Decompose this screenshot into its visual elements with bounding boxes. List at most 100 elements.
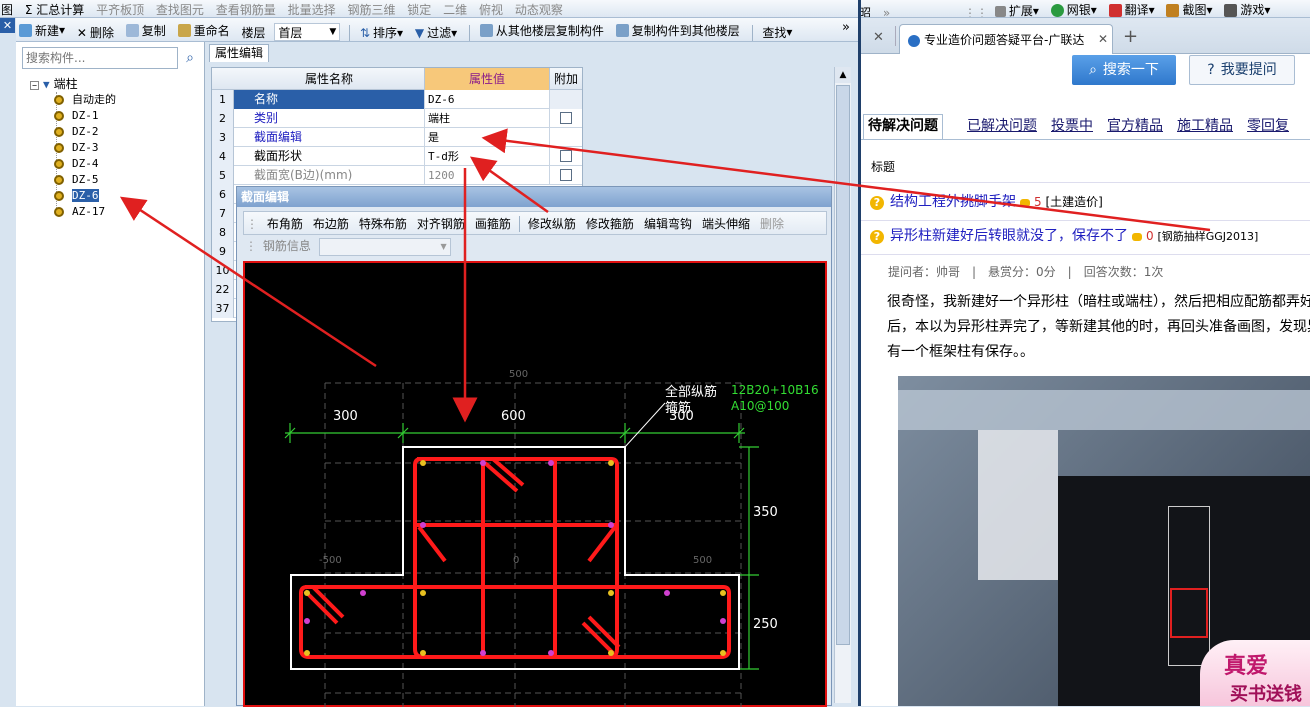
property-value[interactable]: 是 xyxy=(425,128,550,147)
copy-button[interactable]: 复制 xyxy=(123,20,169,40)
section-tool-button[interactable]: 画箍筋 xyxy=(470,212,516,234)
close-icon[interactable]: ✕ xyxy=(0,18,15,33)
copy-from-floor-button[interactable]: 从其他楼层复制构件 xyxy=(477,20,607,40)
list-divider xyxy=(861,254,1310,255)
section-tool-button[interactable]: 修改纵筋 xyxy=(523,212,581,234)
browser-tab-active[interactable]: 专业造价问题答疑平台-广联达 ✕ xyxy=(899,24,1113,54)
ad-banner[interactable]: 真爱 买书送钱 xyxy=(1200,640,1310,706)
section-toolbar: ⋮ 布角筋 布边筋 特殊布筋 对齐钢筋 画箍筋 修改纵筋 修改箍筋 编辑弯钩 端头伸缩 删除 xyxy=(243,211,827,235)
section-tool-button[interactable]: 布角筋 xyxy=(262,212,308,234)
section-tool-button[interactable]: 端头伸缩 xyxy=(697,212,755,234)
filter-button[interactable]: ▼ 过滤 ▾ xyxy=(412,23,460,43)
property-name: 类别 xyxy=(234,109,425,128)
search-input[interactable] xyxy=(23,48,173,68)
property-row[interactable]: 1 名称 DZ-6 xyxy=(212,90,582,109)
menu-orbit[interactable]: 动态观察 xyxy=(512,0,566,17)
question-tag[interactable]: [土建造价] xyxy=(1045,195,1102,209)
section-tool-button[interactable]: 删除 xyxy=(755,212,789,234)
add-checkbox[interactable] xyxy=(560,150,572,162)
question-item[interactable]: ? 结构工程外挑脚手架 5 [土建造价] xyxy=(870,192,1103,212)
property-value[interactable]: T-d形 xyxy=(425,147,550,166)
tree-item[interactable]: DZ-1 xyxy=(54,108,99,124)
section-tool-button[interactable]: 修改箍筋 xyxy=(581,212,639,234)
new-button[interactable]: 新建 ▾ xyxy=(16,20,68,40)
ad-text-primary: 真爱 xyxy=(1224,654,1269,679)
new-tab-icon[interactable]: + xyxy=(1123,26,1138,47)
main-toolbar: 新建 ▾ ✕ 删除 复制 重命名 楼层 首层 ▼ ⇅ 排序 ▾ ▼ 过滤 ▾ 从其他楼层复制构… xyxy=(16,18,858,42)
property-value[interactable]: 1200 xyxy=(425,166,550,185)
question-title[interactable]: 结构工程外挑脚手架 xyxy=(890,194,1016,210)
menu-align-slab[interactable]: 平齐板顶 xyxy=(93,0,147,17)
property-row[interactable]: 4 截面形状 T-d形 xyxy=(212,147,582,166)
section-tool-button[interactable]: 布边筋 xyxy=(308,212,354,234)
section-tool-button[interactable]: 特殊布筋 xyxy=(354,212,412,234)
section-canvas[interactable]: 300 600 300 500 350 250 -500 500 0 全部纵筋 … xyxy=(243,261,827,707)
question-title[interactable]: 异形柱新建好后转眼就没了，保存不了 xyxy=(890,228,1128,244)
tab-properties[interactable]: 属性编辑 xyxy=(209,44,269,62)
tree-item-label: DZ-1 xyxy=(72,109,99,122)
tree-item[interactable]: DZ-4 xyxy=(54,156,99,172)
tree-item[interactable]: DZ-5 xyxy=(54,172,99,188)
property-row[interactable]: 3 截面编辑是 xyxy=(212,128,582,147)
chevron-down-icon: ▼ xyxy=(329,27,337,37)
nav-tab-solved[interactable]: 已解决问题 xyxy=(967,115,1037,135)
question-item[interactable]: ? 异形柱新建好后转眼就没了，保存不了 0 [钢筋抽样GGJ2013] xyxy=(870,226,1258,246)
tree-item[interactable]: AZ-17 xyxy=(54,204,105,220)
property-value[interactable]: 端柱 xyxy=(425,109,550,128)
search-button[interactable]: ⌕ 搜索一下 xyxy=(1072,55,1176,85)
toolbar-overflow-button[interactable]: » xyxy=(842,20,850,35)
floor-select[interactable]: 首层 ▼ xyxy=(274,23,341,41)
scroll-up-icon[interactable]: ▲ xyxy=(835,67,851,83)
tree-root[interactable]: − ▼ 端柱 xyxy=(30,76,78,92)
close-tab-icon[interactable]: ✕ xyxy=(873,30,884,45)
ext-button[interactable]: 扩展 ▾ xyxy=(992,1,1042,17)
games-button[interactable]: 游戏 ▾ xyxy=(1221,0,1273,17)
property-value[interactable]: DZ-6 xyxy=(425,90,550,109)
screenshot-button[interactable]: 截图 ▾ xyxy=(1163,0,1215,17)
question-tag[interactable]: [钢筋抽样GGJ2013] xyxy=(1157,230,1258,243)
nav-tab-official[interactable]: 官方精品 xyxy=(1107,115,1163,135)
tab-close-icon[interactable]: ✕ xyxy=(1098,32,1108,46)
rebar-info-select[interactable]: ▼ xyxy=(318,237,451,256)
menu-rebar-3d[interactable]: 钢筋三维 xyxy=(344,0,398,17)
nav-tab-construction[interactable]: 施工精品 xyxy=(1177,115,1233,135)
search-icon[interactable]: ⌕ xyxy=(180,48,200,68)
property-row[interactable]: 2 类别 端柱 xyxy=(212,109,582,128)
menu-2d[interactable]: 二维 xyxy=(440,0,470,17)
floor-label: 楼层 xyxy=(241,25,266,40)
nav-tab-active[interactable]: 待解决问题 xyxy=(863,114,943,139)
tree-item[interactable]: DZ-3 xyxy=(54,140,99,156)
menu-partial[interactable]: 图 xyxy=(0,0,16,17)
tree-item[interactable]: DZ-6 xyxy=(54,188,100,204)
scroll-thumb[interactable] xyxy=(836,85,850,645)
menu-view-rebar[interactable]: 查看钢筋量 xyxy=(213,0,279,17)
nav-tab-voting[interactable]: 投票中 xyxy=(1051,115,1093,135)
delete-button[interactable]: ✕ 删除 xyxy=(74,23,117,43)
sort-button[interactable]: ⇅ 排序 ▾ xyxy=(357,23,406,43)
properties-scrollbar[interactable]: ▲ xyxy=(834,67,851,703)
menu-top-view[interactable]: 俯视 xyxy=(476,0,506,17)
menu-summary-calc[interactable]: Σ 汇总计算 xyxy=(22,0,87,17)
search-field[interactable] xyxy=(22,47,178,69)
menu-batch-select[interactable]: 批量选择 xyxy=(285,0,339,17)
menu-lock[interactable]: 锁定 xyxy=(404,0,434,17)
property-row[interactable]: 5 截面宽(B边)(mm) 1200 xyxy=(212,166,582,185)
bank-button[interactable]: 网银 ▾ xyxy=(1048,0,1100,17)
rename-button[interactable]: 重命名 xyxy=(175,20,233,40)
menu-find-element[interactable]: 查找图元 xyxy=(153,0,207,17)
find-button[interactable]: 查找 ▾ xyxy=(759,22,795,42)
translate-button[interactable]: 翻译 ▾ xyxy=(1106,0,1158,17)
add-checkbox[interactable] xyxy=(560,112,572,124)
add-checkbox[interactable] xyxy=(560,169,572,181)
section-tools: 布角筋 布边筋 特殊布筋 对齐钢筋 画箍筋 修改纵筋 修改箍筋 编辑弯钩 端头伸缩 删除 xyxy=(262,216,789,232)
section-tool-button[interactable]: 编辑弯钩 xyxy=(639,212,697,234)
toolbar-chevron[interactable]: » xyxy=(883,6,890,18)
tree-item[interactable]: 自动走的 xyxy=(54,92,116,108)
tree-item[interactable]: DZ-2 xyxy=(54,124,99,140)
nav-tab-noreply[interactable]: 零回复 xyxy=(1247,115,1289,135)
collapse-icon[interactable]: − xyxy=(30,81,39,90)
copy-to-floor-button[interactable]: 复制构件到其他楼层 xyxy=(613,20,743,40)
ask-button[interactable]: ? 我要提问 xyxy=(1189,55,1295,85)
section-tool-button[interactable]: 对齐钢筋 xyxy=(412,212,470,234)
bank-icon xyxy=(1050,3,1064,17)
